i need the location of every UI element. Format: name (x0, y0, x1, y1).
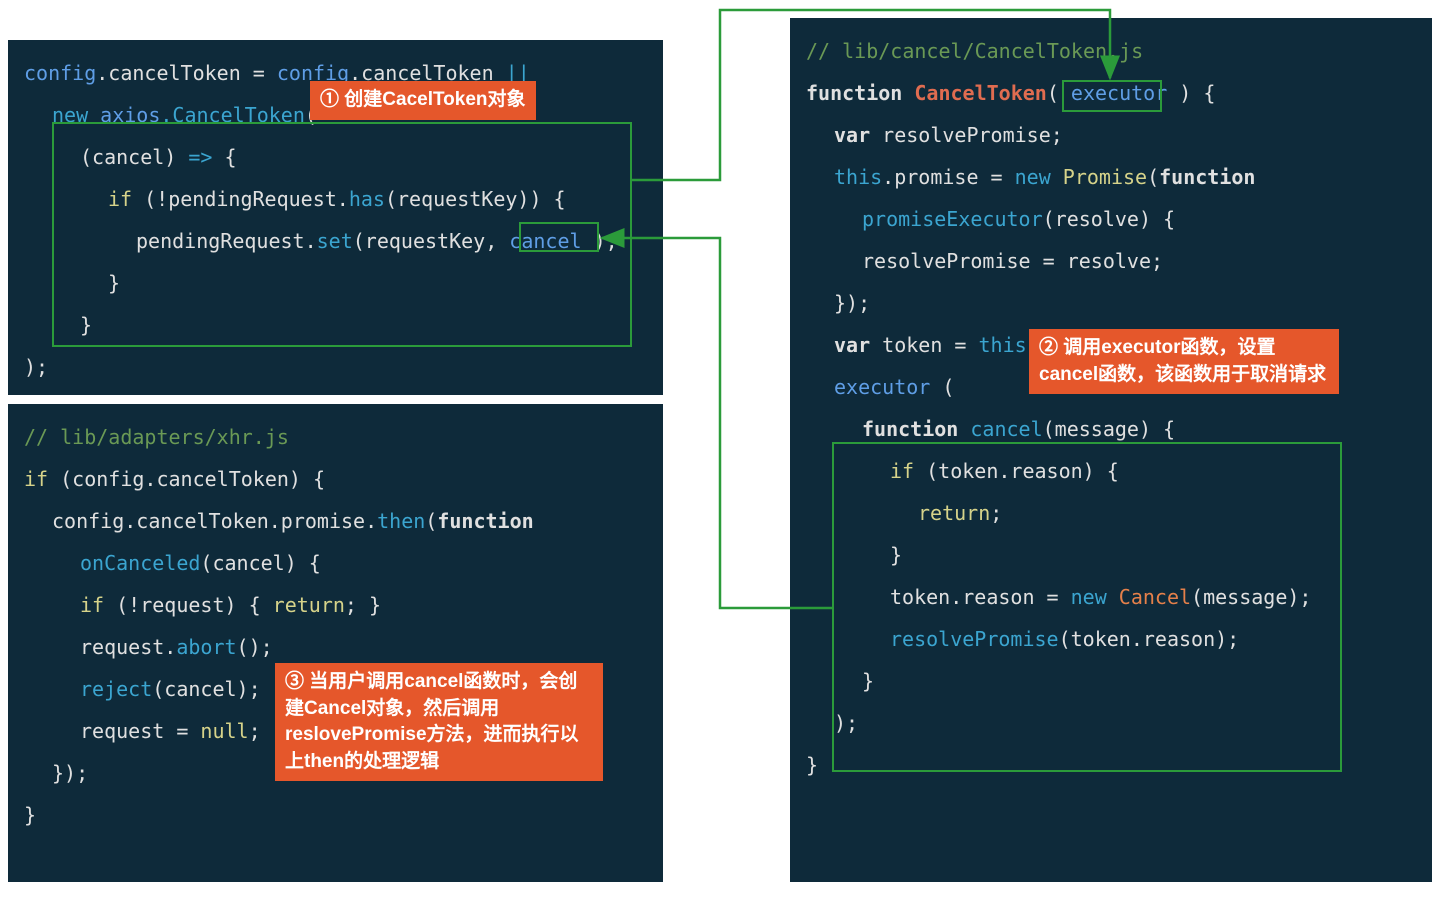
code-line: request.abort(); (24, 626, 647, 668)
code-line: // lib/cancel/CancelToken.js (806, 30, 1416, 72)
code-line: resolvePromise = resolve; (806, 240, 1416, 282)
code-line: } (24, 794, 647, 836)
code-line: this.promise = new Promise(function (806, 156, 1416, 198)
code-line: if (config.cancelToken) { (24, 458, 647, 500)
annotation-2: ② 调用executor函数，设置cancel函数，该函数用于取消请求 (1029, 329, 1339, 394)
code-line: var resolvePromise; (806, 114, 1416, 156)
code-panel-xhr: // lib/adapters/xhr.js if (config.cancel… (8, 404, 663, 882)
highlight-box-cancel-param (519, 222, 599, 252)
code-line: ); (24, 346, 647, 388)
highlight-box-cancel-function (832, 442, 1342, 772)
highlight-box-executor-param (1062, 80, 1162, 112)
annotation-1: ① 创建CacelToken对象 (310, 81, 536, 120)
annotation-3: ③ 当用户调用cancel函数时，会创建Cancel对象，然后调用reslove… (275, 663, 603, 781)
code-line: if (!request) { return; } (24, 584, 647, 626)
code-line: promiseExecutor(resolve) { (806, 198, 1416, 240)
code-line: onCanceled(cancel) { (24, 542, 647, 584)
code-line: config.cancelToken.promise.then(function (24, 500, 647, 542)
code-line: }); (806, 282, 1416, 324)
code-line: // lib/adapters/xhr.js (24, 416, 647, 458)
